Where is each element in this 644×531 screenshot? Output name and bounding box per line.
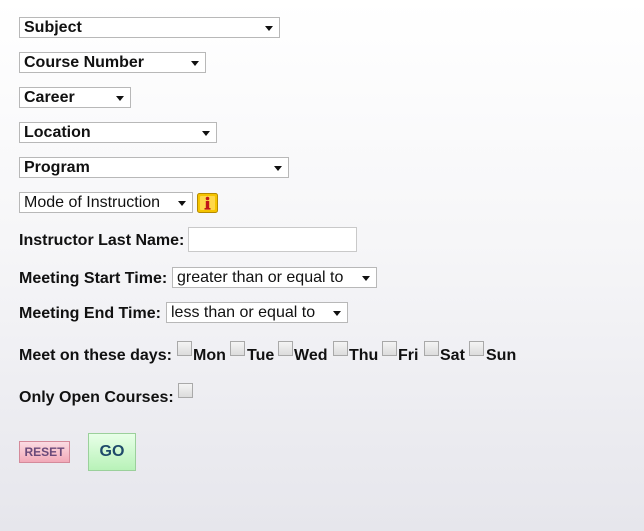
chevron-down-icon [265,26,273,31]
day-label-tue: Tue [247,347,275,364]
meeting-start-time-label: Meeting Start Time: [19,270,168,287]
program-select[interactable]: Program [19,157,289,178]
day-label-sat: Sat [440,347,465,364]
only-open-courses-label: Only Open Courses: [19,389,174,406]
chevron-down-icon [116,96,124,101]
meeting-start-time-select-value: greater than or equal to [177,269,344,286]
chevron-down-icon [191,61,199,66]
chevron-down-icon [274,166,282,171]
day-label-fri: Fri [398,347,419,364]
chevron-down-icon [202,131,210,136]
mode-of-instruction-select-value: Mode of Instruction [24,194,161,211]
instructor-last-name-label: Instructor Last Name: [19,232,185,249]
career-select-value: Career [24,89,75,106]
day-checkbox-tue[interactable] [230,341,245,356]
location-select-value: Location [24,124,91,141]
subject-select[interactable]: Subject [19,17,280,38]
program-select-value: Program [24,159,90,176]
day-label-sun: Sun [486,347,517,364]
meeting-start-time-select[interactable]: greater than or equal to [172,267,377,288]
instructor-last-name-input[interactable] [188,227,357,252]
mode-of-instruction-select[interactable]: Mode of Instruction [19,192,193,213]
career-select[interactable]: Career [19,87,131,108]
course-number-select[interactable]: Course Number [19,52,206,73]
chevron-down-icon [333,311,341,316]
info-icon[interactable] [197,193,218,213]
location-select[interactable]: Location [19,122,217,143]
day-checkbox-mon[interactable] [177,341,192,356]
day-checkbox-sat[interactable] [424,341,439,356]
meet-days-label: Meet on these days: [19,347,172,364]
day-checkbox-fri[interactable] [382,341,397,356]
meeting-end-time-label: Meeting End Time: [19,305,161,322]
course-number-select-value: Course Number [24,54,145,71]
subject-select-value: Subject [24,19,82,36]
chevron-down-icon [178,201,186,206]
meeting-end-time-select[interactable]: less than or equal to [166,302,348,323]
day-checkbox-thu[interactable] [333,341,348,356]
day-label-wed: Wed [294,347,328,364]
day-label-thu: Thu [349,347,379,364]
only-open-courses-checkbox[interactable] [178,383,193,398]
go-button[interactable]: GO [88,433,136,471]
day-checkbox-sun[interactable] [469,341,484,356]
day-label-mon: Mon [193,347,226,364]
reset-button[interactable]: RESET [19,441,70,463]
chevron-down-icon [362,276,370,281]
day-checkbox-wed[interactable] [278,341,293,356]
meeting-end-time-select-value: less than or equal to [171,304,316,321]
